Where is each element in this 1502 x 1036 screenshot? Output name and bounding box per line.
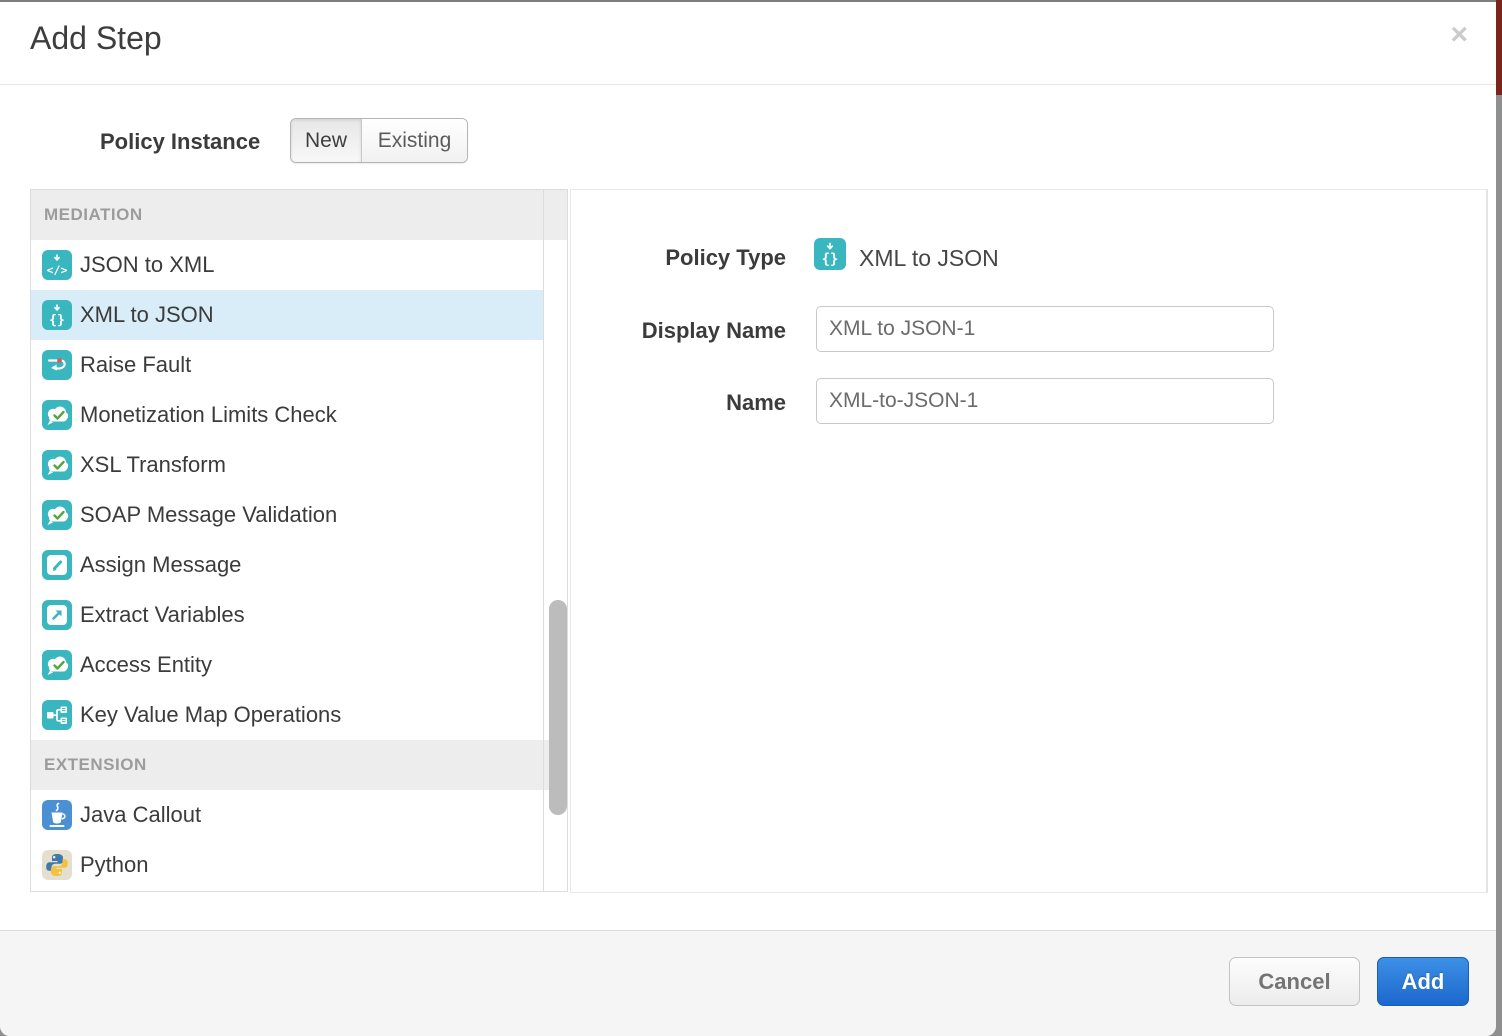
- list-item-python[interactable]: Python: [31, 840, 543, 890]
- policy-type-label: Policy Type: [571, 245, 786, 271]
- cloud-check-icon: [42, 500, 72, 530]
- add-step-dialog: Add Step × Policy Instance New Existing …: [0, 0, 1496, 1036]
- list-scrollbar-divider: [543, 190, 544, 891]
- raise-fault-icon: [42, 350, 72, 380]
- svg-text:{}: {}: [49, 313, 65, 328]
- xml-to-json-icon: {}: [814, 238, 846, 270]
- list-item-assign-message[interactable]: Assign Message: [31, 540, 543, 590]
- xml-to-json-icon: {}: [42, 300, 72, 330]
- list-item-extract-variables[interactable]: Extract Variables: [31, 590, 543, 640]
- toggle-new-button[interactable]: New: [291, 119, 361, 162]
- dialog-footer: Cancel Add: [0, 930, 1496, 1036]
- list-item-json-to-xml[interactable]: </> JSON to XML: [31, 240, 543, 290]
- list-item-label: Key Value Map Operations: [80, 702, 341, 728]
- list-item-xml-to-json[interactable]: {} XML to JSON: [31, 290, 543, 340]
- close-icon[interactable]: ×: [1450, 20, 1468, 50]
- list-item-label: Extract Variables: [80, 602, 245, 628]
- add-button[interactable]: Add: [1377, 957, 1469, 1006]
- list-scrollbar-thumb[interactable]: [549, 600, 567, 815]
- list-item-label: Raise Fault: [80, 352, 191, 378]
- section-header-mediation: MEDIATION: [31, 190, 567, 240]
- assign-message-icon: [42, 550, 72, 580]
- extract-variables-icon: [42, 600, 72, 630]
- cloud-check-icon: [42, 450, 72, 480]
- name-input[interactable]: [816, 378, 1274, 424]
- list-item-label: Monetization Limits Check: [80, 402, 337, 428]
- list-item-java-callout[interactable]: Java Callout: [31, 790, 543, 840]
- policy-instance-label: Policy Instance: [100, 129, 260, 155]
- list-item-label: Python: [80, 852, 149, 878]
- list-item-soap-message-validation[interactable]: SOAP Message Validation: [31, 490, 543, 540]
- svg-text:{}: {}: [822, 252, 839, 268]
- display-name-label: Display Name: [571, 318, 786, 344]
- policy-type-value: XML to JSON: [859, 245, 999, 272]
- section-header-extension: EXTENSION: [31, 740, 567, 790]
- list-item-label: Assign Message: [80, 552, 241, 578]
- list-item-label: Access Entity: [80, 652, 212, 678]
- cancel-button[interactable]: Cancel: [1229, 957, 1360, 1006]
- key-value-map-icon: [42, 700, 72, 730]
- list-item-key-value-map-operations[interactable]: Key Value Map Operations: [31, 690, 543, 740]
- display-name-input[interactable]: [816, 306, 1274, 352]
- java-icon: [42, 800, 72, 830]
- list-item-label: XSL Transform: [80, 452, 226, 478]
- list-item-label: SOAP Message Validation: [80, 502, 337, 528]
- list-item-label: Java Callout: [80, 802, 201, 828]
- policy-instance-toggle: New Existing: [290, 118, 468, 163]
- json-to-xml-icon: </>: [42, 250, 72, 280]
- svg-text:</>: </>: [47, 263, 68, 277]
- dialog-title: Add Step: [30, 20, 162, 57]
- cloud-check-icon: [42, 400, 72, 430]
- policy-type-list: MEDIATION </> JSON to XML {} XML to JSON: [30, 189, 568, 892]
- toggle-existing-button[interactable]: Existing: [361, 119, 467, 162]
- list-item-label: XML to JSON: [80, 302, 214, 328]
- list-item-monetization-limits-check[interactable]: Monetization Limits Check: [31, 390, 543, 440]
- dialog-header: Add Step ×: [0, 2, 1496, 85]
- python-icon: [42, 850, 72, 880]
- list-item-xsl-transform[interactable]: XSL Transform: [31, 440, 543, 490]
- cloud-check-icon: [42, 650, 72, 680]
- list-item-label: JSON to XML: [80, 252, 214, 278]
- name-label: Name: [571, 390, 786, 416]
- list-item-raise-fault[interactable]: Raise Fault: [31, 340, 543, 390]
- policy-form-panel: Policy Type {} XML to JSON Display Name …: [570, 189, 1488, 893]
- list-item-access-entity[interactable]: Access Entity: [31, 640, 543, 690]
